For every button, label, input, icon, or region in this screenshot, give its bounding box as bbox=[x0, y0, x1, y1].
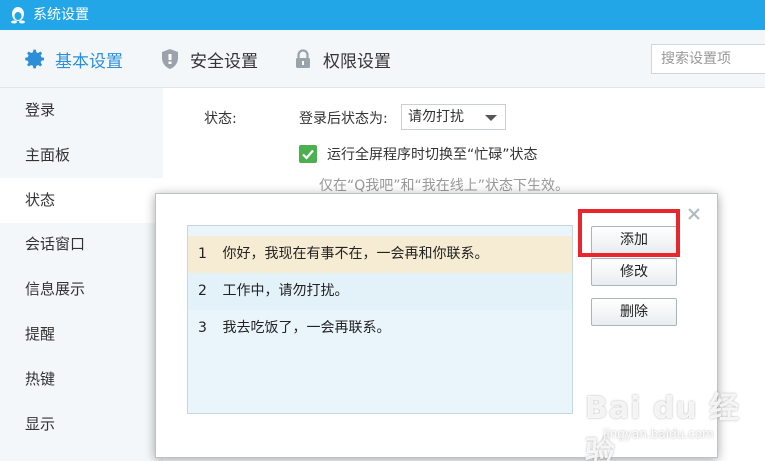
fullscreen-busy-checkbox[interactable] bbox=[299, 145, 317, 163]
search-input[interactable] bbox=[651, 44, 765, 74]
title-bar: 系统设置 bbox=[0, 0, 765, 30]
tab-bar: 基本设置 安全设置 权限设置 bbox=[0, 30, 765, 88]
tab-permission-settings-label: 权限设置 bbox=[323, 51, 391, 72]
status-section-label: 状态: bbox=[204, 111, 237, 127]
list-item[interactable]: 3 我去吃饭了，一会再联系。 bbox=[188, 310, 572, 347]
sidebar: 登录 主面板 状态 会话窗口 信息展示 提醒 热键 显示 bbox=[0, 88, 163, 461]
tab-security-settings-label: 安全设置 bbox=[190, 51, 258, 72]
list-item-number: 2 bbox=[198, 283, 207, 299]
sidebar-item-hotkeys[interactable]: 热键 bbox=[0, 357, 163, 402]
gear-icon bbox=[25, 49, 44, 69]
status-hint-text: 仅在“Q我吧”和“我在线上”状态下生效。 bbox=[319, 178, 570, 194]
list-item-text: 工作中，请勿打扰。 bbox=[222, 283, 349, 299]
auto-reply-list: 1 你好，我现在有事不在，一会再和你联系。 2 工作中，请勿打扰。 3 我去吃饭… bbox=[187, 225, 573, 414]
sidebar-item-status[interactable]: 状态 bbox=[0, 178, 163, 223]
check-icon bbox=[302, 149, 314, 160]
edit-button[interactable]: 修改 bbox=[591, 258, 677, 286]
list-item[interactable]: 1 你好，我现在有事不在，一会再和你联系。 bbox=[188, 236, 572, 273]
tab-security-settings[interactable]: 安全设置 bbox=[158, 30, 258, 88]
list-item-number: 1 bbox=[198, 246, 207, 262]
chevron-down-icon bbox=[485, 115, 497, 121]
auto-reply-dialog: 1 你好，我现在有事不在，一会再和你联系。 2 工作中，请勿打扰。 3 我去吃饭… bbox=[155, 193, 718, 458]
fullscreen-busy-label: 运行全屏程序时切换至“忙碌”状态 bbox=[327, 147, 538, 163]
list-item-text: 你好，我现在有事不在，一会再和你联系。 bbox=[222, 246, 489, 262]
add-button[interactable]: 添加 bbox=[591, 226, 677, 254]
close-icon[interactable] bbox=[686, 206, 702, 222]
fullscreen-busy-option: 运行全屏程序时切换至“忙碌”状态 bbox=[299, 144, 538, 164]
status-select-value: 请勿打扰 bbox=[408, 109, 464, 125]
sidebar-item-info-display[interactable]: 信息展示 bbox=[0, 267, 163, 312]
sidebar-item-main-panel[interactable]: 主面板 bbox=[0, 133, 163, 178]
tab-basic-settings-label: 基本设置 bbox=[55, 51, 123, 72]
after-login-status-label: 登录后状态为: bbox=[299, 111, 388, 127]
list-item[interactable]: 2 工作中，请勿打扰。 bbox=[188, 273, 572, 310]
tab-basic-settings[interactable]: 基本设置 bbox=[23, 30, 123, 88]
sidebar-item-chat-window[interactable]: 会话窗口 bbox=[0, 222, 163, 267]
window-title: 系统设置 bbox=[33, 7, 89, 23]
shield-icon bbox=[162, 49, 178, 69]
sidebar-item-login[interactable]: 登录 bbox=[0, 88, 163, 133]
list-item-number: 3 bbox=[198, 320, 207, 336]
delete-button[interactable]: 删除 bbox=[591, 298, 677, 326]
lock-icon bbox=[296, 49, 310, 68]
tab-permission-settings[interactable]: 权限设置 bbox=[291, 30, 391, 88]
sidebar-item-reminder[interactable]: 提醒 bbox=[0, 312, 163, 357]
list-item-text: 我去吃饭了，一会再联系。 bbox=[222, 320, 391, 336]
status-select[interactable]: 请勿打扰 bbox=[401, 104, 506, 130]
penguin-icon bbox=[11, 7, 25, 24]
sidebar-item-display[interactable]: 显示 bbox=[0, 402, 163, 447]
